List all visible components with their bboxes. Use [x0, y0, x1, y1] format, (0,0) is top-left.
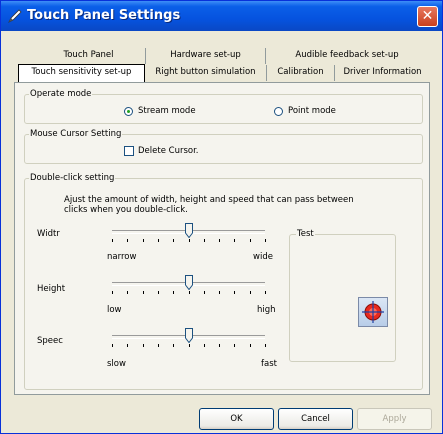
speed-slider[interactable]	[108, 328, 269, 354]
slider-tick	[188, 344, 190, 347]
tab-audible-feedback[interactable]: Audible feedback set-up	[266, 48, 428, 64]
operate-mode-group: Operate mode Stream mode Point mode	[24, 89, 423, 124]
slider-tick	[127, 291, 129, 294]
tab-touch-sensitivity[interactable]: Touch sensitivity set-up	[18, 64, 145, 82]
speed-slider-thumb[interactable]	[184, 328, 193, 343]
height-max-label: high	[257, 305, 276, 315]
double-click-legend: Double-click setting	[29, 173, 116, 183]
double-click-description: Ajust the amount of width, height and sp…	[64, 195, 354, 215]
test-legend: Test	[296, 229, 315, 239]
slider-tick	[142, 344, 144, 347]
point-mode-label: Point mode	[288, 106, 336, 116]
slider-tick	[173, 344, 175, 347]
slider-tick	[157, 239, 159, 242]
dialog-window: Touch Panel Settings ✕ Touch Panel Hardw…	[0, 0, 443, 434]
slider-tick	[203, 344, 205, 347]
slider-tick	[127, 344, 129, 347]
slider-tick	[265, 344, 266, 347]
width-max-label: wide	[253, 252, 273, 262]
slider-tick	[112, 239, 113, 242]
delete-cursor-checkbox[interactable]	[124, 146, 134, 156]
slider-tick	[157, 344, 159, 347]
tab-touch-panel[interactable]: Touch Panel	[32, 48, 146, 64]
mouse-cursor-group: Mouse Cursor Setting Delete Cursor.	[24, 129, 423, 164]
cancel-button[interactable]: Cancel	[278, 408, 353, 430]
slider-tick	[265, 239, 266, 242]
tab-panel: Operate mode Stream mode Point mode Mous…	[14, 82, 430, 395]
target-icon	[362, 301, 384, 323]
ok-button[interactable]: OK	[199, 408, 274, 430]
slider-tick	[249, 239, 251, 242]
slider-tick	[234, 291, 236, 294]
slider-tick	[112, 291, 113, 294]
slider-tick	[249, 291, 251, 294]
width-label: Widtr	[37, 229, 60, 239]
slider-tick	[265, 291, 266, 294]
title-bar[interactable]: Touch Panel Settings ✕	[1, 1, 442, 31]
stream-mode-label: Stream mode	[138, 106, 196, 116]
window-title: Touch Panel Settings	[27, 8, 181, 23]
operate-mode-legend: Operate mode	[29, 89, 93, 99]
double-click-group: Double-click setting Ajust the amount of…	[24, 173, 423, 390]
delete-cursor-label: Delete Cursor.	[138, 146, 199, 156]
speed-label: Speec	[37, 336, 63, 346]
speed-min-label: slow	[107, 359, 126, 369]
tab-row-back: Touch Panel Hardware set-up Audible feed…	[14, 48, 430, 64]
tab-hardware-setup[interactable]: Hardware set-up	[146, 48, 266, 64]
test-target-button[interactable]	[358, 297, 388, 327]
stream-mode-radio[interactable]	[124, 107, 133, 116]
tab-right-button[interactable]: Right button simulation	[145, 65, 267, 81]
height-slider-thumb[interactable]	[184, 275, 193, 290]
height-slider[interactable]	[108, 275, 269, 301]
slider-tick	[142, 239, 144, 242]
slider-tick	[112, 344, 113, 347]
slider-tick	[127, 239, 129, 242]
close-button[interactable]: ✕	[417, 6, 438, 27]
tab-driver-information[interactable]: Driver Information	[335, 65, 430, 81]
pen-icon	[8, 9, 22, 23]
height-label: Height	[37, 284, 66, 294]
close-icon: ✕	[421, 8, 434, 24]
tab-calibration[interactable]: Calibration	[267, 65, 335, 81]
width-min-label: narrow	[107, 252, 137, 262]
slider-tick	[188, 291, 190, 294]
width-slider-thumb[interactable]	[184, 223, 193, 238]
slider-tick	[173, 291, 175, 294]
slider-tick	[188, 239, 190, 242]
slider-tick	[203, 239, 205, 242]
slider-tick	[219, 291, 221, 294]
height-min-label: low	[107, 305, 122, 315]
slider-tick	[249, 344, 251, 347]
slider-tick	[203, 291, 205, 294]
width-slider[interactable]	[108, 223, 269, 249]
slider-tick	[219, 344, 221, 347]
slider-tick	[234, 344, 236, 347]
mouse-cursor-legend: Mouse Cursor Setting	[29, 129, 123, 139]
slider-tick	[142, 291, 144, 294]
speed-max-label: fast	[261, 359, 277, 369]
slider-tick	[234, 239, 236, 242]
apply-button[interactable]: Apply	[357, 408, 432, 430]
slider-tick	[157, 291, 159, 294]
slider-tick	[219, 239, 221, 242]
tab-row-front: Touch sensitivity set-up Right button si…	[14, 64, 430, 82]
slider-tick	[173, 239, 175, 242]
point-mode-radio[interactable]	[274, 107, 283, 116]
